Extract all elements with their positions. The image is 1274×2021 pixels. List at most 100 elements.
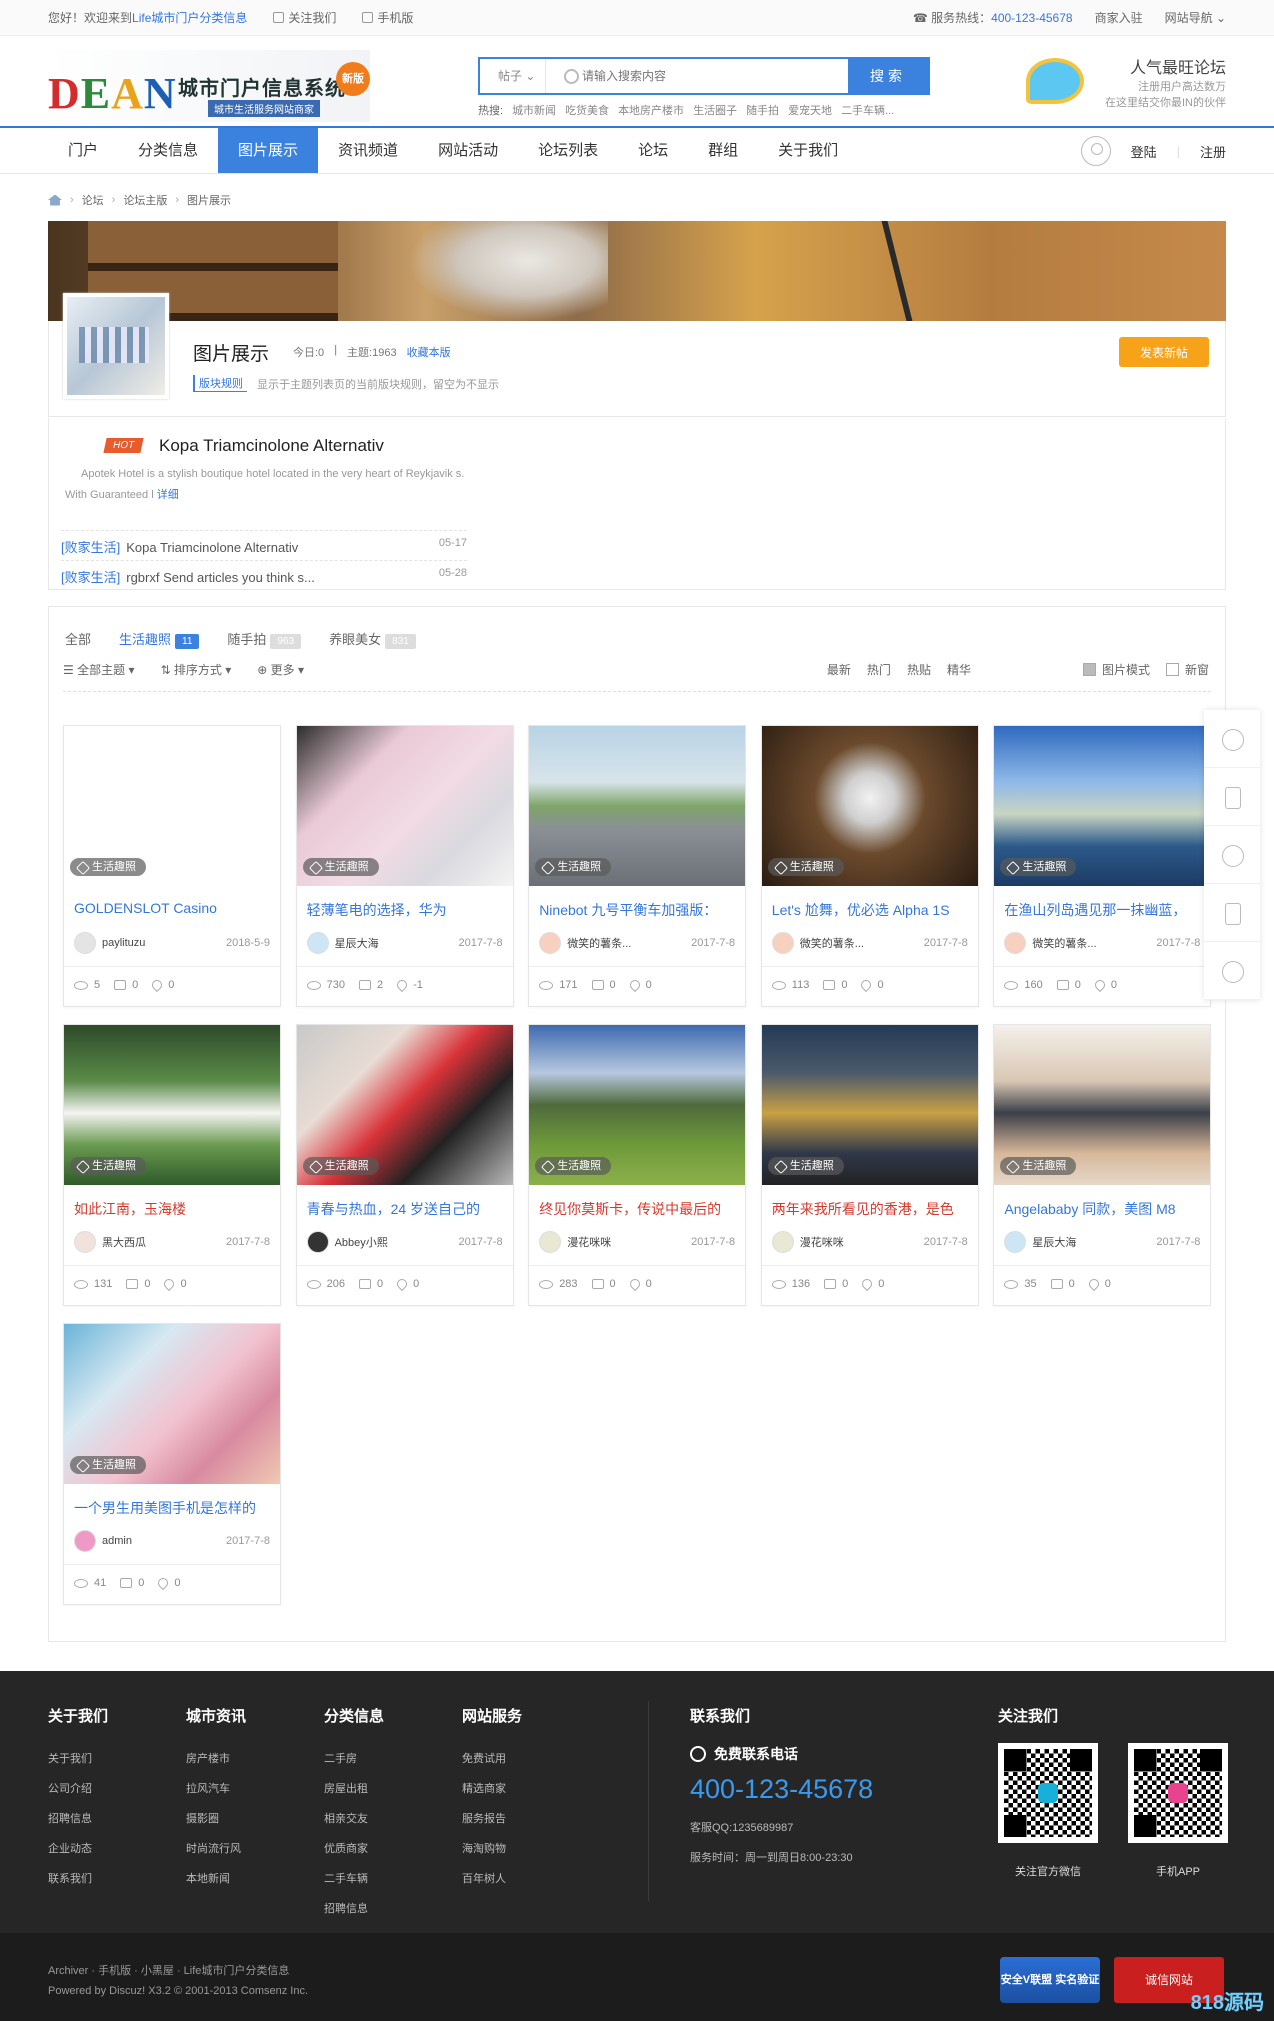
post-card[interactable]: 生活趣照 如此江南，玉海楼 黑大西瓜 2017-7-8 131 0 0 — [63, 1024, 281, 1306]
home-icon[interactable] — [48, 194, 62, 206]
footer-link[interactable]: 百年树人 — [462, 1864, 522, 1894]
tab-all[interactable]: 全部 — [65, 629, 91, 649]
post-card[interactable]: 生活趣照 青春与热血，24 岁送自己的 Abbey小熙 2017-7-8 206 0 0 — [295, 1024, 514, 1306]
avatar[interactable] — [74, 1530, 96, 1552]
more-dropdown[interactable]: ⊕ 更多 ▾ — [257, 661, 304, 678]
post-title[interactable]: 如此江南，玉海楼 — [74, 1199, 270, 1219]
post-card[interactable]: 生活趣照 两年来我所看见的香港，是色 漫花咪咪 2017-7-8 136 0 0 — [760, 1024, 979, 1306]
footer-link[interactable]: 公司介绍 — [48, 1774, 108, 1804]
avatar[interactable] — [771, 1231, 794, 1253]
author-name[interactable]: admin — [102, 1535, 132, 1547]
footer-link[interactable]: 本地新闻 — [186, 1864, 246, 1894]
likes-count[interactable]: 0 — [395, 1276, 419, 1292]
list-item[interactable]: [败家生活] Kopa Triamcinolone Alternativ 05-17 — [61, 530, 467, 556]
avatar[interactable] — [74, 932, 96, 954]
verified-badge[interactable]: 安全V联盟 实名验证 — [1000, 1957, 1100, 2003]
footer-link[interactable]: 优质商家 — [324, 1834, 384, 1864]
breadcrumb-item[interactable]: 论坛 — [82, 192, 104, 208]
site-link[interactable]: Life城市门户分类信息 — [132, 11, 247, 25]
likes-count[interactable]: 0 — [627, 977, 652, 993]
search-input[interactable] — [546, 59, 848, 93]
likes-count[interactable]: 0 — [1092, 977, 1117, 993]
likes-count[interactable]: 0 — [860, 1276, 884, 1292]
nav-item-events[interactable]: 网站活动 — [418, 128, 518, 173]
author-name[interactable]: 微笑的薯条... — [800, 935, 864, 951]
post-title[interactable]: 一个男生用美图手机是怎样的 — [74, 1498, 270, 1518]
nav-item-forum[interactable]: 论坛 — [618, 128, 688, 173]
help-icon[interactable] — [1204, 826, 1260, 884]
order-newest[interactable]: 最新 — [827, 661, 851, 678]
pic-mode-checkbox[interactable]: 图片模式 — [1082, 661, 1150, 678]
footer-link[interactable]: 二手车辆 — [324, 1864, 384, 1894]
hot-word[interactable]: 爱宠天地 — [788, 102, 832, 118]
footer-link[interactable]: 摄影圈 — [186, 1804, 246, 1834]
hot-word[interactable]: 生活圈子 — [693, 102, 737, 118]
author-name[interactable]: Abbey小熙 — [335, 1234, 388, 1250]
likes-count[interactable]: 0 — [150, 977, 174, 993]
likes-count[interactable]: -1 — [395, 977, 423, 993]
hot-word[interactable]: 随手拍 — [746, 102, 779, 118]
author-name[interactable]: 漫花咪咪 — [800, 1234, 844, 1250]
author-name[interactable]: paylituzu — [102, 937, 145, 949]
post-title[interactable]: 终见你莫斯卡，传说中最后的 — [539, 1199, 735, 1219]
footer-link[interactable]: 相亲交友 — [324, 1804, 384, 1834]
category-tag[interactable]: 生活趣照 — [535, 858, 612, 876]
list-item[interactable]: [败家生活] rgbrxf Send articles you think s..… — [61, 560, 467, 586]
category-tag[interactable]: 生活趣照 — [1000, 858, 1077, 876]
likes-count[interactable]: 0 — [162, 1276, 187, 1292]
avatar[interactable] — [1004, 1231, 1027, 1253]
wechat-icon[interactable] — [1204, 942, 1260, 1000]
tab-life-photos[interactable]: 生活趣照 11 — [119, 629, 200, 649]
new-window-checkbox[interactable]: 新窗 — [1165, 661, 1209, 678]
search-button[interactable]: 搜索 — [848, 59, 928, 93]
post-card[interactable]: 生活趣照 在渔山列岛遇见那一抹幽蓝， 微笑的薯条... 2017-7-8 160 0 0 — [993, 725, 1212, 1007]
post-card[interactable]: 生活趣照 Let's 尬舞，优必选 Alpha 1S 微笑的薯条... 2017-7-… — [760, 725, 979, 1007]
post-title[interactable]: GOLDENSLOT Casino — [74, 900, 270, 916]
all-topics-dropdown[interactable]: ☰ 全部主题 ▾ — [63, 661, 134, 678]
category-tag[interactable]: 生活趣照 — [1000, 1157, 1077, 1175]
post-card[interactable]: 生活趣照 Ninebot 九号平衡车加强版： 微笑的薯条... 2017-7-8 171… — [528, 725, 747, 1007]
favorite-link[interactable]: 收藏本版 — [407, 344, 451, 360]
post-card[interactable]: 生活趣照 Angelababy 同款，美图 M8 星辰大海 2017-7-8 35 0 0 — [993, 1024, 1212, 1306]
hot-word[interactable]: 二手车辆... — [841, 102, 894, 118]
footer-links[interactable]: Archiver · 手机版 · 小黑屋 · Life城市门户分类信息 — [48, 1961, 308, 1981]
order-trending[interactable]: 热贴 — [907, 661, 931, 678]
footer-link[interactable]: 房产楼市 — [186, 1744, 246, 1774]
mobile-link[interactable]: 手机版 — [362, 0, 413, 36]
avatar[interactable] — [74, 1231, 96, 1253]
footer-link[interactable]: 二手房 — [324, 1744, 384, 1774]
forum-promo[interactable]: 人气最旺论坛 注册用户高达数万 在这里结交你最IN的伙伴 — [1026, 54, 1226, 118]
details-link[interactable]: 详细 — [157, 489, 179, 501]
footer-link[interactable]: 招聘信息 — [324, 1894, 384, 1924]
post-card[interactable]: 生活趣照 终见你莫斯卡，传说中最后的 漫花咪咪 2017-7-8 283 0 0 — [528, 1024, 747, 1306]
likes-count[interactable]: 0 — [627, 1276, 652, 1292]
avatar[interactable] — [306, 1231, 329, 1253]
nav-item-portal[interactable]: 门户 — [48, 128, 118, 173]
avatar[interactable] — [539, 1231, 562, 1253]
category-tag[interactable]: 生活趣照 — [70, 1157, 146, 1175]
footer-link[interactable]: 拉风汽车 — [186, 1774, 246, 1804]
category-tag[interactable]: 生活趣照 — [70, 858, 146, 876]
footer-link[interactable]: 免费试用 — [462, 1744, 522, 1774]
user-avatar-icon[interactable] — [1080, 136, 1111, 166]
register-link[interactable]: 注册 — [1200, 142, 1226, 161]
site-nav-dropdown[interactable]: 网站导航 ⌄ — [1165, 0, 1226, 36]
featured-title[interactable]: Kopa Triamcinolone Alternativ — [159, 436, 384, 456]
merchant-link[interactable]: 商家入驻 — [1095, 0, 1143, 36]
nav-item-news[interactable]: 资讯频道 — [318, 128, 418, 173]
nav-item-forum-list[interactable]: 论坛列表 — [518, 128, 618, 173]
follow-link[interactable]: 关注我们 — [273, 0, 336, 36]
post-card[interactable]: 生活趣照 轻薄笔电的选择，华为 星辰大海 2017-7-8 730 2 -1 — [295, 725, 514, 1007]
hot-word[interactable]: 吃货美食 — [565, 102, 609, 118]
likes-count[interactable]: 0 — [156, 1575, 181, 1591]
avatar[interactable] — [1004, 932, 1027, 954]
likes-count[interactable]: 0 — [859, 977, 884, 993]
footer-link[interactable]: 时尚流行风 — [186, 1834, 246, 1864]
nav-item-pictures[interactable]: 图片展示 — [218, 128, 319, 173]
category-tag[interactable]: 生活趣照 — [767, 1157, 844, 1175]
author-name[interactable]: 微笑的薯条... — [1032, 935, 1096, 951]
footer-link[interactable]: 关于我们 — [48, 1744, 108, 1774]
footer-link[interactable]: 房屋出租 — [324, 1774, 384, 1804]
post-title[interactable]: Let's 尬舞，优必选 Alpha 1S — [772, 900, 968, 920]
post-title[interactable]: 轻薄笔电的选择，华为 — [307, 900, 503, 920]
